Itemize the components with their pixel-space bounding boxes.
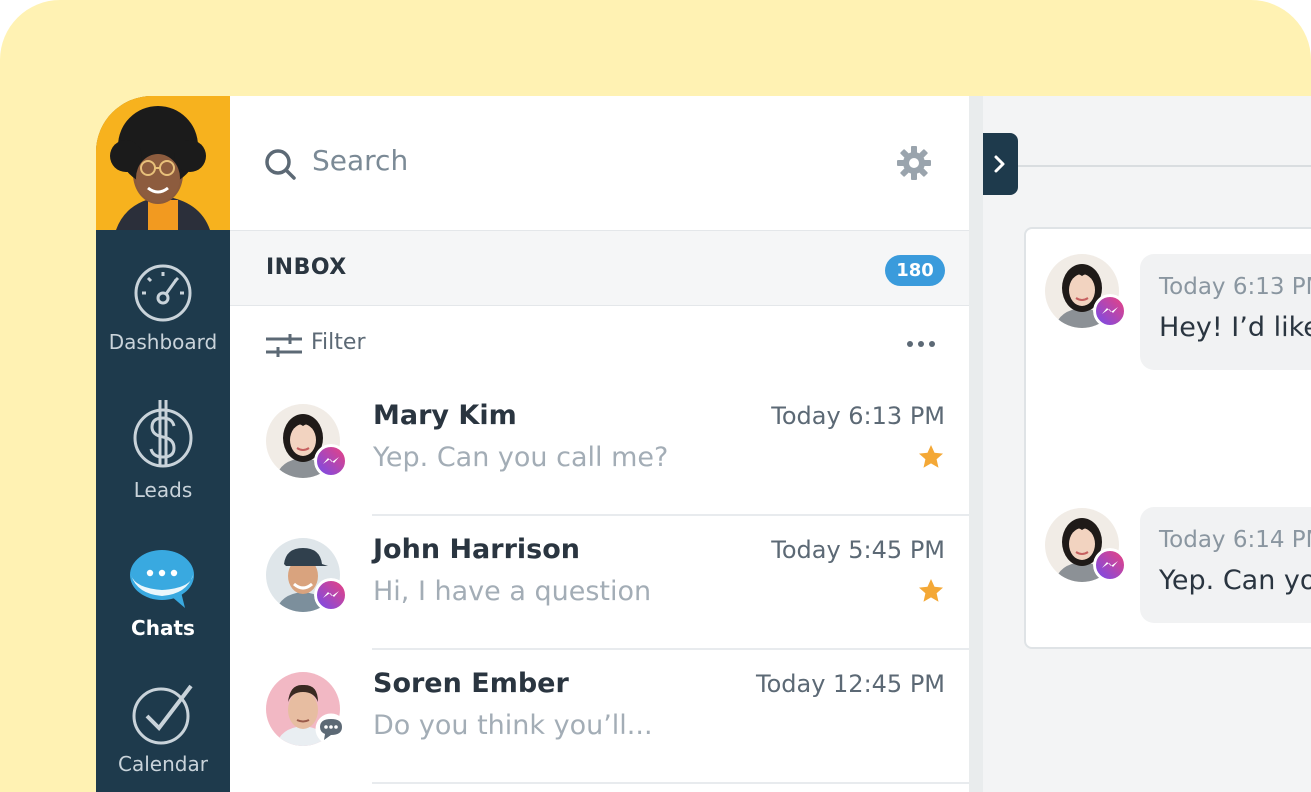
more-options-icon[interactable] [906,340,936,348]
nav-dashboard-label: Dashboard [108,330,218,354]
messenger-icon [1093,548,1127,582]
message-time: Today 6:13 PM [771,402,945,430]
chevron-right-icon [994,155,1005,173]
sidebar: Dashboard Leads Chats Calendar [96,96,230,792]
message-time: Today 5:45 PM [771,536,945,564]
message-preview: Do you think you’ll... [373,710,653,741]
message-text: Hey! I’d like [1159,312,1311,343]
contact-name: Mary Kim [373,400,517,431]
contact-name: John Harrison [373,534,580,565]
nav-leads-label: Leads [133,478,193,502]
inbox-header: INBOX 180 [230,230,969,306]
speedometer-icon [134,264,192,322]
user-avatar[interactable] [96,96,230,230]
filter-bar: Filter [230,306,969,382]
conversation-row[interactable]: Mary Kim Yep. Can you call me? Today 6:1… [230,382,969,516]
inbox-title: INBOX [266,255,347,280]
star-icon[interactable] [918,578,944,603]
checkmark-circle-icon [132,684,193,745]
sliders-icon[interactable] [266,334,302,358]
star-icon[interactable] [918,444,944,469]
messenger-icon [1093,294,1127,328]
message-bubble: Today 6:13 PM Hey! I’d like [1140,254,1311,370]
message-preview: Hi, I have a question [373,576,652,607]
panel-header-rule [1018,165,1311,167]
collapse-panel-button[interactable] [983,133,1018,195]
search-input[interactable]: Search [312,144,408,177]
nav-leads[interactable]: Leads [96,398,230,502]
message-time: Today 12:45 PM [755,670,945,698]
chat-bubble-icon [130,550,194,608]
app-window: Dashboard Leads Chats Calendar Search IN… [96,96,1311,792]
filter-button[interactable]: Filter [311,330,365,355]
conversation-list-panel: Search INBOX 180 Filter Mary Kim Yep. Ca… [230,96,969,792]
nav-chats[interactable]: Chats [96,548,230,640]
dollar-icon [133,400,193,468]
chat-channel-icon [315,713,347,745]
nav-calendar-label: Calendar [118,752,208,776]
message-time: Today 6:14 PM [1159,527,1311,553]
search-bar[interactable]: Search [230,96,969,230]
gear-icon[interactable] [897,146,931,180]
conversation-row[interactable]: Soren Ember Do you think you’ll... Today… [230,650,969,784]
inbox-count-badge: 180 [885,255,945,286]
page-background: Dashboard Leads Chats Calendar Search IN… [0,0,1311,792]
message-text: Yep. Can you [1159,565,1311,596]
nav-chats-label: Chats [131,616,195,640]
message-time: Today 6:13 PM [1159,274,1311,300]
message-preview: Yep. Can you call me? [373,442,669,473]
messenger-icon [314,578,348,612]
row-divider [372,782,969,784]
contact-name: Soren Ember [373,668,569,699]
conversation-row[interactable]: John Harrison Hi, I have a question Toda… [230,516,969,650]
panel-divider [969,96,983,792]
nav-dashboard[interactable]: Dashboard [96,262,230,354]
message-bubble: Today 6:14 PM Yep. Can you [1140,507,1311,623]
search-icon [265,149,296,180]
nav-calendar[interactable]: Calendar [96,682,230,776]
messenger-icon [314,444,348,478]
